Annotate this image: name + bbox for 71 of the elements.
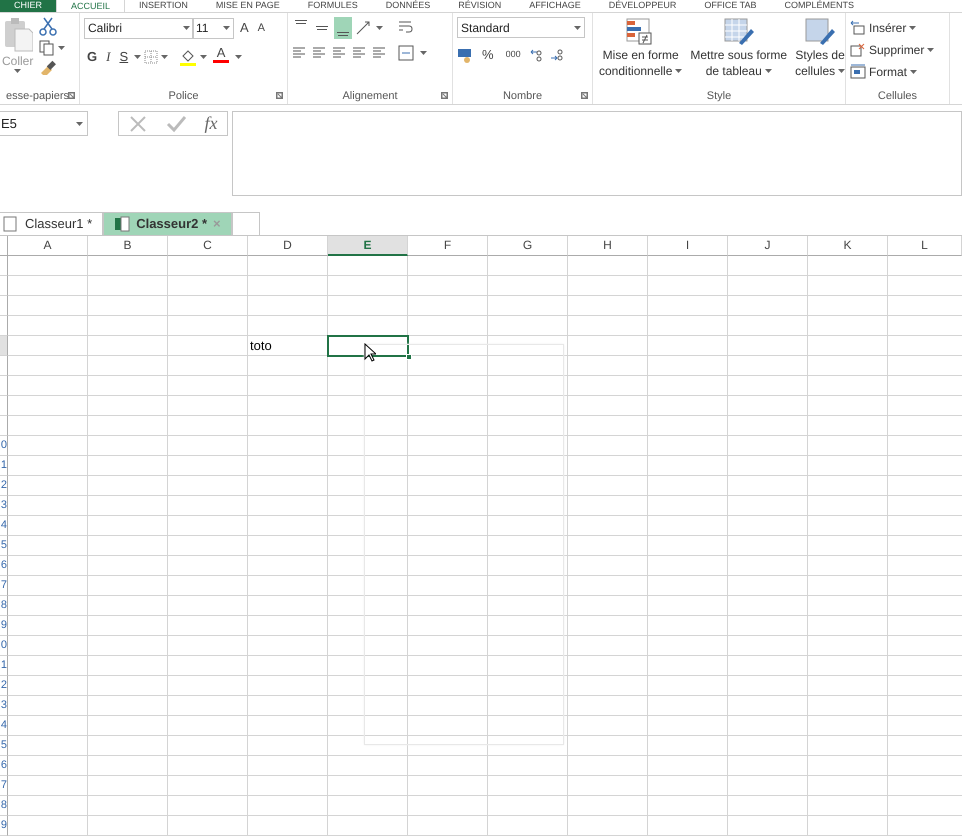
row-header[interactable]: 5 xyxy=(0,536,8,556)
ribbon-tab[interactable]: INSERTION xyxy=(125,0,202,12)
group-label: Style xyxy=(706,90,732,102)
row-header[interactable]: 3 xyxy=(0,496,8,516)
grow-font-button[interactable]: A xyxy=(237,17,252,39)
ribbon-tab[interactable]: FORMULES xyxy=(294,0,372,12)
column-header[interactable]: E xyxy=(328,236,408,256)
column-header[interactable]: K xyxy=(808,236,888,256)
italic-button[interactable]: I xyxy=(103,46,114,68)
row-header[interactable]: 0 xyxy=(0,636,8,656)
ribbon-tab[interactable]: OFFICE TAB xyxy=(690,0,770,12)
row-header[interactable]: 5 xyxy=(0,736,8,756)
ribbon-tab[interactable]: AFFICHAGE xyxy=(515,0,595,12)
number-format-field[interactable]: Standard xyxy=(457,17,585,38)
group-label: Nombre xyxy=(502,90,542,102)
cells-button[interactable]: Format xyxy=(850,61,945,83)
style-button[interactable]: Mettre sous forme de tableau xyxy=(688,17,790,88)
workbook-tab[interactable]: Classeur2 * × xyxy=(103,212,232,235)
row-header[interactable]: 3 xyxy=(0,696,8,716)
row-header[interactable]: 4 xyxy=(0,716,8,736)
ribbon-tab[interactable]: RÉVISION xyxy=(444,0,516,12)
column-header[interactable]: B xyxy=(88,236,168,256)
row-header[interactable]: 0 xyxy=(0,436,8,456)
row-header[interactable]: 2 xyxy=(0,676,8,696)
percent-button[interactable]: % xyxy=(479,44,497,66)
row-header[interactable]: 6 xyxy=(0,756,8,776)
column-header[interactable]: D xyxy=(248,236,328,256)
thousands-button[interactable]: 000 xyxy=(502,44,524,66)
cells-button[interactable]: Insérer xyxy=(850,17,945,39)
column-header[interactable]: L xyxy=(888,236,962,256)
ribbon-tab[interactable]: COMPLÉMENTS xyxy=(770,0,868,12)
file-tab[interactable]: CHIER xyxy=(0,0,56,12)
row-header[interactable]: 8 xyxy=(0,796,8,816)
group-label: Police xyxy=(168,90,198,102)
font-size-field[interactable]: 11 xyxy=(192,18,234,38)
ribbon-tab[interactable]: ACCUEIL xyxy=(56,0,126,12)
column-header[interactable]: F xyxy=(408,236,488,256)
column-header[interactable]: I xyxy=(648,236,728,256)
workbook-tab[interactable]: Classeur1 * xyxy=(0,212,104,235)
font-color-button[interactable]: A xyxy=(210,45,232,69)
column-header[interactable]: G xyxy=(488,236,568,256)
row-header[interactable]: 7 xyxy=(0,776,8,796)
ribbon-tab[interactable]: DÉVELOPPEUR xyxy=(594,0,690,12)
row-header[interactable]: 6 xyxy=(0,556,8,576)
font-name-field[interactable]: Calibri xyxy=(84,18,194,38)
ribbon-tab[interactable]: DONNÉES xyxy=(372,0,444,12)
column-header[interactable]: H xyxy=(568,236,648,256)
group-label: Alignement xyxy=(342,90,398,102)
table-cell[interactable]: toto xyxy=(248,336,328,356)
row-header[interactable]: 9 xyxy=(0,816,8,836)
column-header[interactable]: C xyxy=(168,236,248,256)
shrink-font-button[interactable]: A xyxy=(254,17,268,39)
name-box[interactable]: E5 xyxy=(0,111,88,136)
cells-button[interactable]: Supprimer xyxy=(850,39,945,61)
row-header[interactable]: 4 xyxy=(0,516,8,536)
group-label: Cellules xyxy=(878,90,918,102)
row-header[interactable]: 8 xyxy=(0,596,8,616)
style-button[interactable]: Mise en forme conditionnelle xyxy=(597,17,684,88)
ribbon-tab[interactable]: MISE EN PAGE xyxy=(202,0,294,12)
column-header[interactable]: A xyxy=(8,236,88,256)
column-header[interactable]: J xyxy=(728,236,808,256)
row-header[interactable]: 9 xyxy=(0,616,8,636)
row-header[interactable]: 7 xyxy=(0,576,8,596)
bold-button[interactable]: G xyxy=(84,46,100,68)
row-header[interactable]: 2 xyxy=(0,476,8,496)
group-label: esse-papiers xyxy=(6,90,69,102)
row-header[interactable]: 1 xyxy=(0,456,8,476)
style-button[interactable]: Styles de cellules xyxy=(793,17,848,88)
row-header[interactable]: 1 xyxy=(0,656,8,676)
underline-button[interactable]: S xyxy=(116,46,132,68)
insert-function-button[interactable]: fx xyxy=(204,110,218,137)
